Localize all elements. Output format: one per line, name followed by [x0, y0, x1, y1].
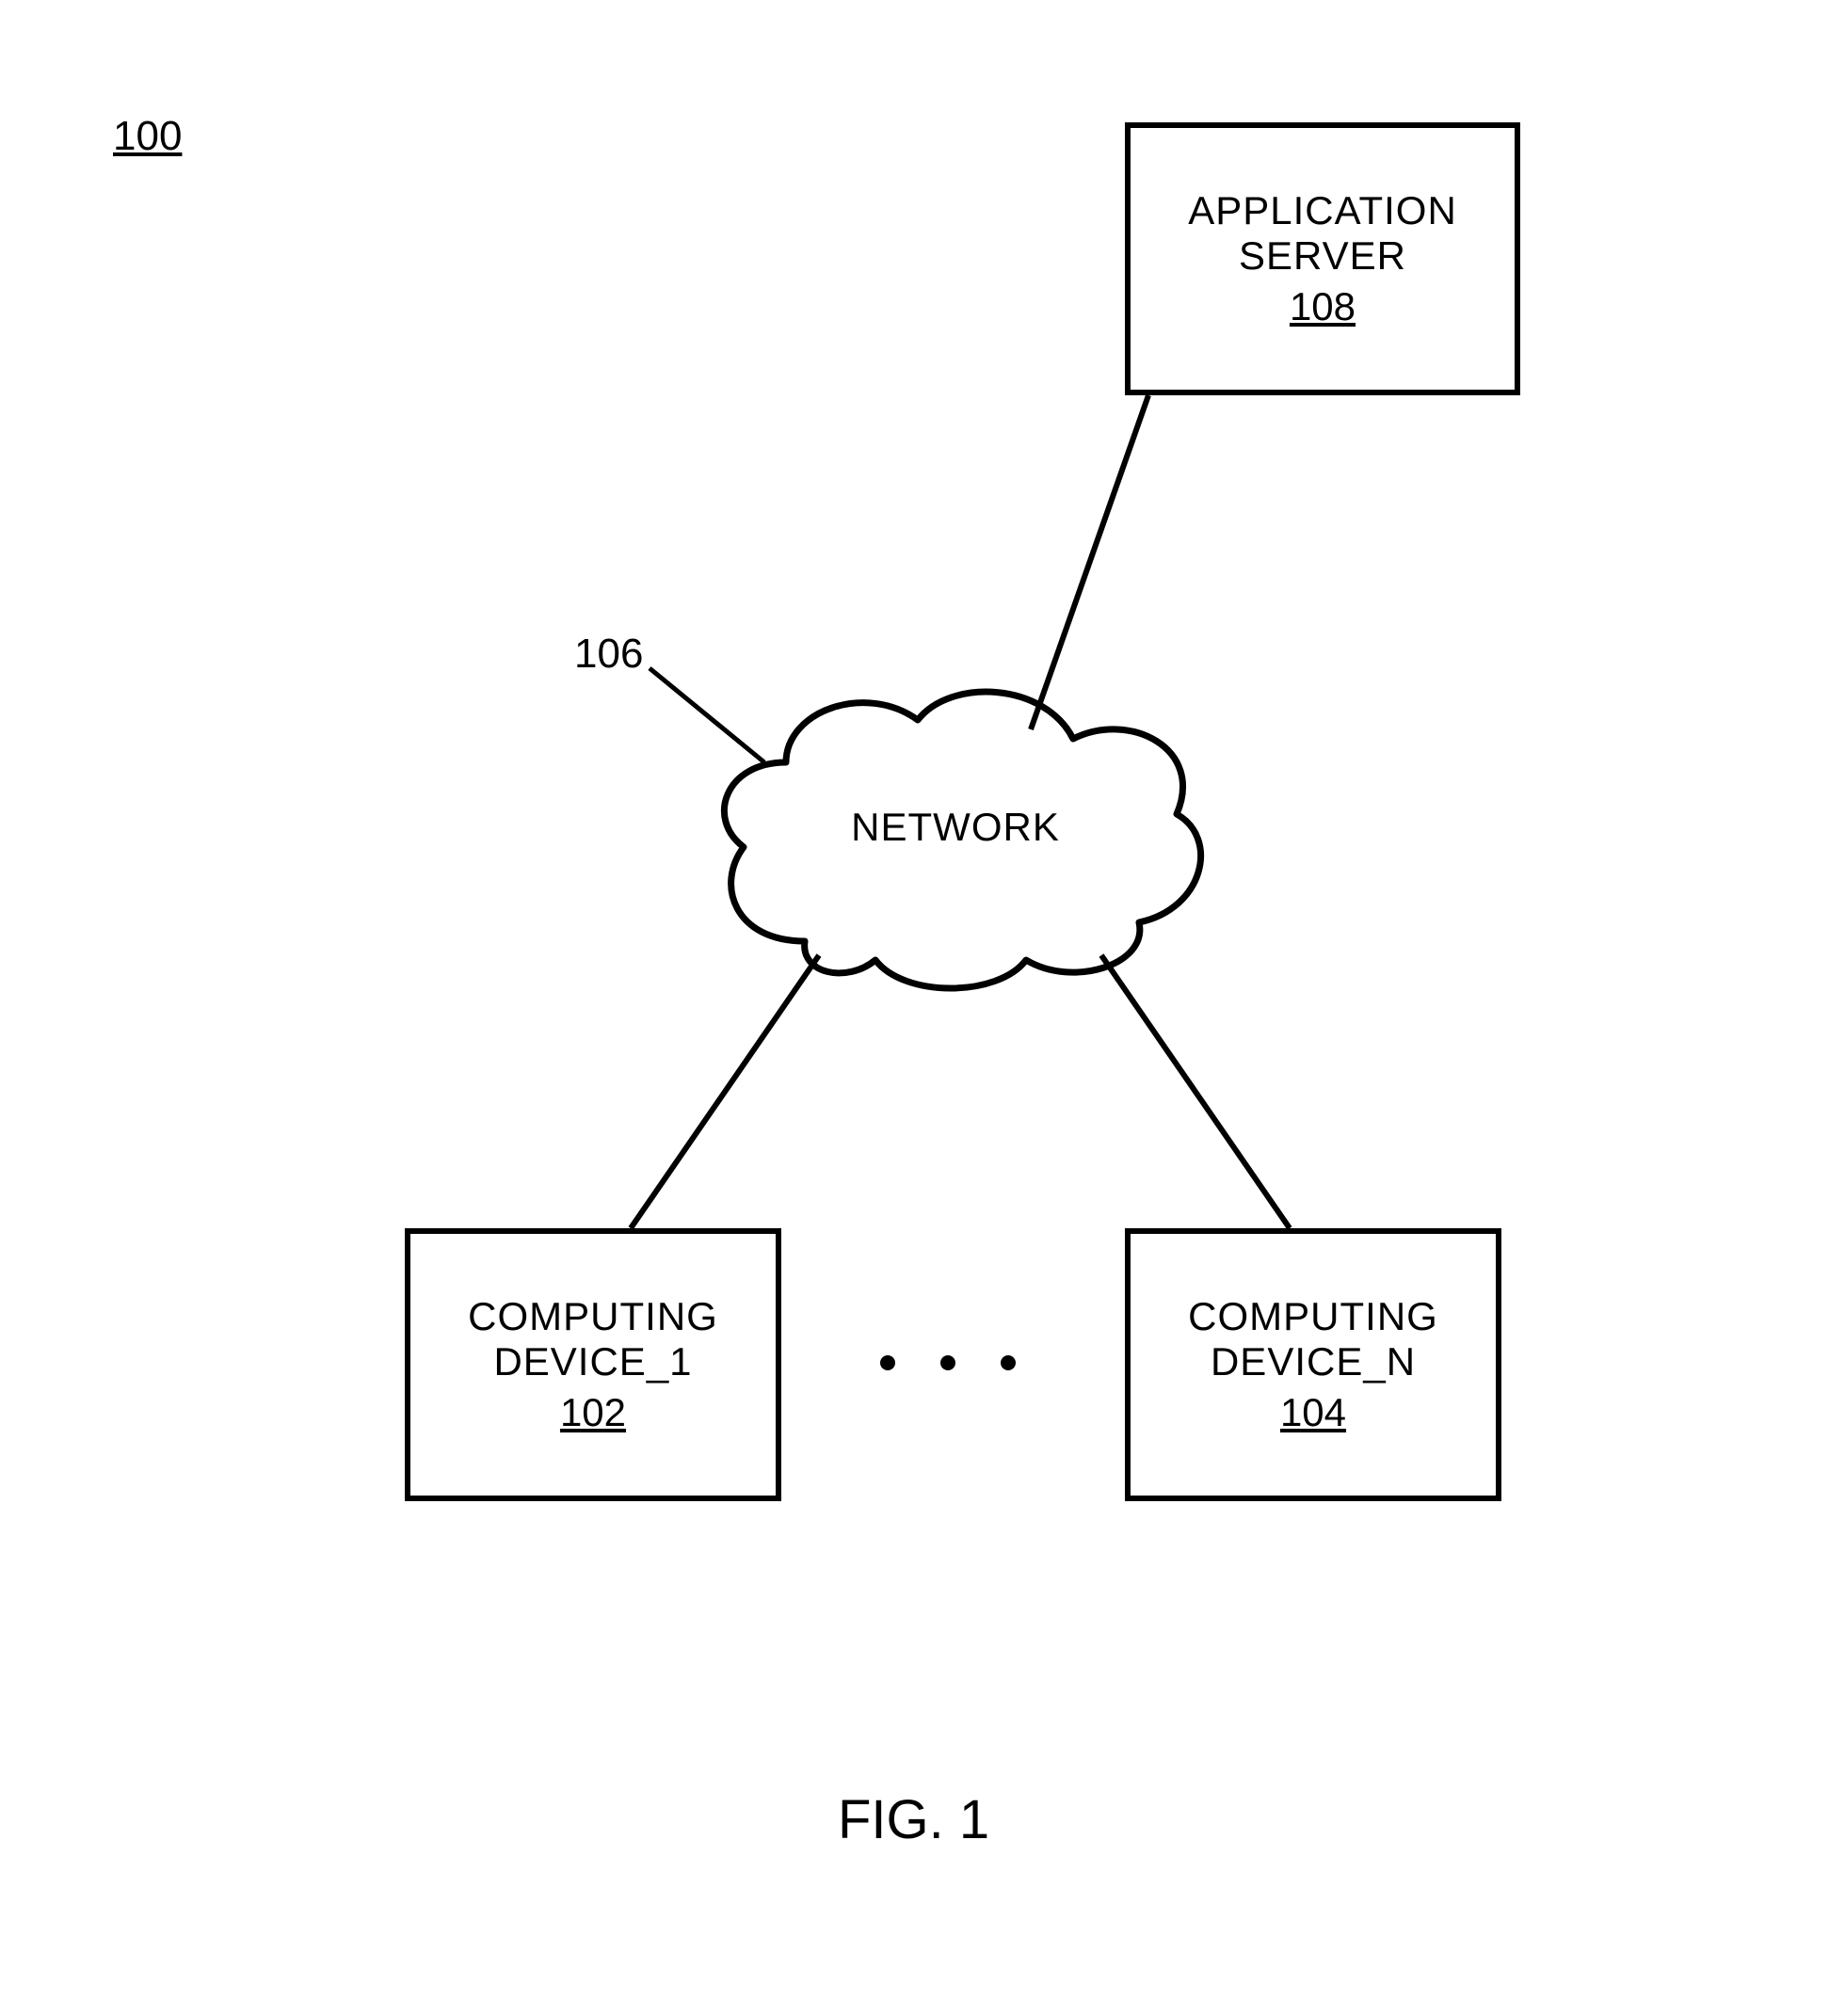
computing-device-n-box: COMPUTING DEVICE_N 104	[1125, 1228, 1501, 1501]
figure-caption: FIG. 1	[838, 1788, 989, 1851]
ellipsis-dots	[880, 1355, 1016, 1370]
computing-device-n-line1: COMPUTING	[1188, 1294, 1438, 1339]
computing-device-1-ref: 102	[560, 1390, 626, 1435]
connector-network-devicen	[0, 0, 1845, 2016]
computing-device-1-box: COMPUTING DEVICE_1 102	[405, 1228, 781, 1501]
ellipsis-dot	[1001, 1355, 1016, 1370]
computing-device-1-line2: DEVICE_1	[493, 1339, 692, 1384]
ellipsis-dot	[940, 1355, 955, 1370]
computing-device-1-line1: COMPUTING	[468, 1294, 718, 1339]
ellipsis-dot	[880, 1355, 895, 1370]
computing-device-n-ref: 104	[1280, 1390, 1346, 1435]
diagram-canvas: 100 APPLICATION SERVER 108 NETWORK 106 C…	[0, 0, 1845, 2016]
computing-device-n-line2: DEVICE_N	[1211, 1339, 1416, 1384]
